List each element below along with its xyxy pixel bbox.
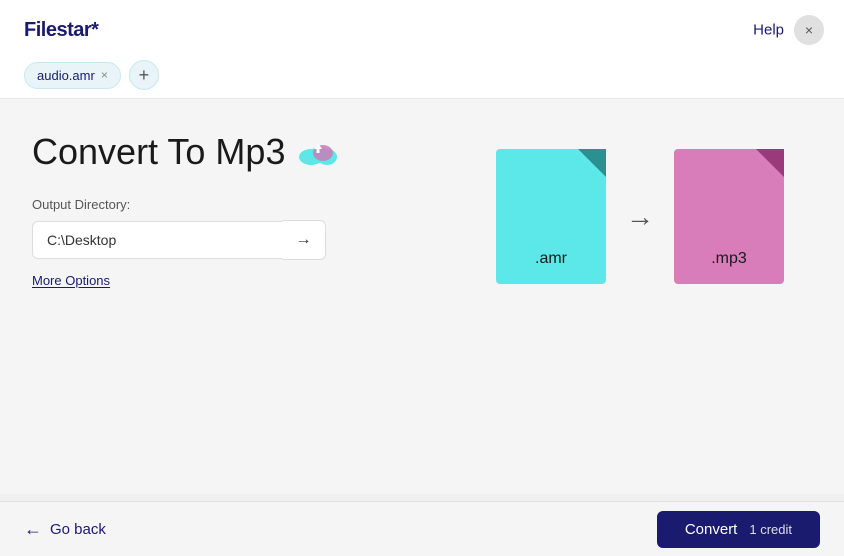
target-file-corner xyxy=(756,149,784,177)
back-arrow-icon: ← xyxy=(24,519,42,540)
app-logo: Filestar* xyxy=(24,19,98,42)
source-file-corner xyxy=(578,149,606,177)
more-options-link[interactable]: More Options xyxy=(32,273,110,288)
header: Filestar* Help × xyxy=(0,0,844,60)
tab-close-icon[interactable]: × xyxy=(101,69,108,81)
tab-bar: audio.amr × + xyxy=(0,60,844,99)
conversion-visual: .amr → .mp3 xyxy=(496,149,784,284)
go-back-label: Go back xyxy=(50,521,106,538)
source-file-card: .amr xyxy=(496,149,606,284)
tab-audio-amr[interactable]: audio.amr × xyxy=(24,62,121,89)
help-link[interactable]: Help xyxy=(753,22,784,39)
directory-browse-button[interactable]: → xyxy=(282,220,326,260)
go-back-link[interactable]: ← Go back xyxy=(24,519,106,540)
plus-icon: + xyxy=(139,66,150,84)
credit-label: 1 credit xyxy=(749,522,792,537)
directory-input[interactable] xyxy=(32,221,282,259)
convert-label: Convert xyxy=(685,521,738,538)
footer: ← Go back Convert 1 credit xyxy=(0,501,844,556)
main-content: Convert To Mp3 Output Directory: → More … xyxy=(0,99,844,494)
target-file-ext: .mp3 xyxy=(711,250,747,268)
add-tab-button[interactable]: + xyxy=(129,60,159,90)
convert-button[interactable]: Convert 1 credit xyxy=(657,511,820,548)
source-file-ext: .amr xyxy=(535,250,567,268)
tab-label: audio.amr xyxy=(37,68,95,83)
close-button[interactable]: × xyxy=(794,15,824,45)
conversion-arrow-icon: → xyxy=(626,201,654,233)
close-icon: × xyxy=(805,22,813,38)
cloud-upload-icon xyxy=(297,139,339,165)
arrow-right-icon: → xyxy=(296,231,312,249)
target-file-card: .mp3 xyxy=(674,149,784,284)
